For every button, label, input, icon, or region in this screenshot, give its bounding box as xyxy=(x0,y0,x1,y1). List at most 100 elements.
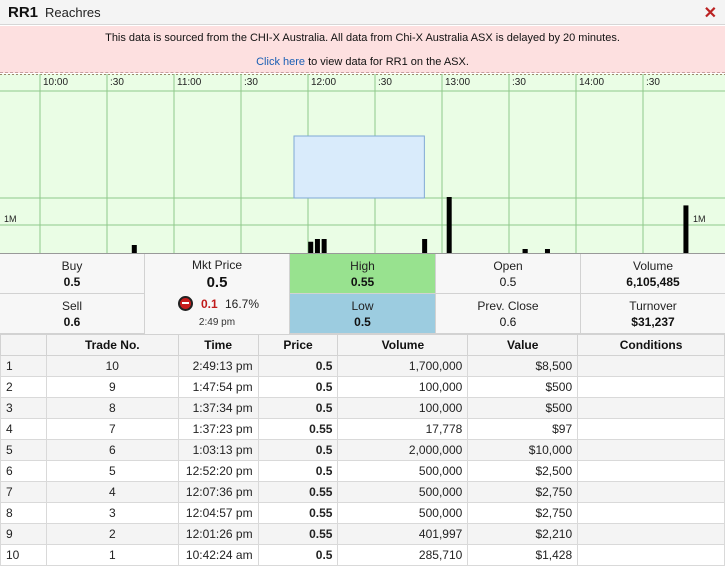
company-name: Reachres xyxy=(45,5,101,20)
col-header-trade-no[interactable]: Trade No. xyxy=(45,334,179,356)
trade-volume: 17,778 xyxy=(337,418,469,440)
time-axis-label: 11:00 xyxy=(177,77,202,88)
last-trade-time: 2:49 pm xyxy=(198,317,236,328)
table-row[interactable]: 7 4 12:07:36 pm 0.55 500,000 $2,750 xyxy=(0,481,725,503)
trade-time: 12:07:36 pm xyxy=(177,481,259,503)
col-header-value[interactable]: Value xyxy=(467,334,579,356)
time-axis-label: :30 xyxy=(244,77,258,88)
trades-table: Trade No. Time Price Volume Value Condit… xyxy=(0,334,725,566)
prev-close-cell: Prev. Close 0.6 xyxy=(436,294,581,334)
table-row[interactable]: 2 9 1:47:54 pm 0.5 100,000 $500 xyxy=(0,376,725,398)
trade-volume: 401,997 xyxy=(337,523,469,545)
intraday-chart: 10:00:30 11:00:30 12:00:30 13:00:30 14:00:30… xyxy=(0,74,725,254)
table-row[interactable]: 5 6 1:03:13 pm 0.5 2,000,000 $10,000 xyxy=(0,439,725,461)
trade-price: 0.55 xyxy=(257,418,339,440)
trade-number: 9 xyxy=(45,376,179,398)
stock-code: RR1 xyxy=(8,4,39,21)
trade-price: 0.5 xyxy=(257,376,339,398)
high-cell: High 0.55 xyxy=(290,254,436,294)
table-row[interactable]: 4 7 1:37:23 pm 0.55 17,778 $97 xyxy=(0,418,725,440)
col-header-price[interactable]: Price xyxy=(257,334,339,356)
trade-number: 6 xyxy=(45,439,179,461)
col-header-volume[interactable]: Volume xyxy=(337,334,469,356)
trade-conditions xyxy=(577,397,725,419)
trade-value: $8,500 xyxy=(467,355,579,377)
trade-price: 0.5 xyxy=(257,397,339,419)
open-value: 0.5 xyxy=(499,275,517,289)
notice-text: This data is sourced from the CHI-X Aust… xyxy=(105,32,620,44)
row-index: 3 xyxy=(0,397,47,419)
trade-value: $2,750 xyxy=(467,481,579,503)
trade-value: $2,500 xyxy=(467,460,579,482)
table-header-row: Trade No. Time Price Volume Value Condit… xyxy=(0,334,725,356)
prev-close-label: Prev. Close xyxy=(477,299,539,313)
trade-value: $10,000 xyxy=(467,439,579,461)
low-cell: Low 0.5 xyxy=(290,294,436,334)
asx-data-link[interactable]: Click here xyxy=(256,56,305,68)
volume-bar xyxy=(131,245,137,253)
row-index: 6 xyxy=(0,460,47,482)
buy-cell: Buy 0.5 xyxy=(0,254,145,294)
time-axis-label: 14:00 xyxy=(579,77,604,88)
time-axis-label: 10:00 xyxy=(43,77,68,88)
trade-price: 0.55 xyxy=(257,502,339,524)
trade-conditions xyxy=(577,418,725,440)
time-axis-label: 13:00 xyxy=(445,77,470,88)
time-axis-label: :30 xyxy=(378,77,392,88)
table-row[interactable]: 6 5 12:52:20 pm 0.5 500,000 $2,500 xyxy=(0,460,725,482)
row-index: 2 xyxy=(0,376,47,398)
trade-conditions xyxy=(577,523,725,545)
trade-volume: 285,710 xyxy=(337,544,469,566)
trade-number: 4 xyxy=(45,481,179,503)
trade-volume: 100,000 xyxy=(337,397,469,419)
row-index: 4 xyxy=(0,418,47,440)
volume-bar xyxy=(544,249,550,253)
table-row[interactable]: 3 8 1:37:34 pm 0.5 100,000 $500 xyxy=(0,397,725,419)
time-axis-label: :30 xyxy=(512,77,526,88)
quote-panel: Buy 0.5 Sell 0.6 Mkt Price 0.5 0.1 16.7%… xyxy=(0,254,725,334)
market-price-cell: Mkt Price 0.5 0.1 16.7% 2:49 pm xyxy=(145,254,290,334)
trade-time: 1:37:23 pm xyxy=(177,418,259,440)
time-axis-label: 12:00 xyxy=(311,77,336,88)
table-row[interactable]: 1 10 2:49:13 pm 0.5 1,700,000 $8,500 xyxy=(0,355,725,377)
intraday-chart-svg: 10:00:30 11:00:30 12:00:30 13:00:30 14:00:30… xyxy=(0,74,725,253)
trade-volume: 2,000,000 xyxy=(337,439,469,461)
buy-value: 0.5 xyxy=(63,275,81,289)
row-index: 10 xyxy=(0,544,47,566)
open-cell: Open 0.5 xyxy=(436,254,581,294)
col-header-index[interactable] xyxy=(0,334,47,356)
trade-conditions xyxy=(577,481,725,503)
volume-scale-label-left: 1M xyxy=(4,214,17,224)
table-row[interactable]: 10 1 10:42:24 am 0.5 285,710 $1,428 xyxy=(0,544,725,566)
price-change-percent: 16.7% xyxy=(225,297,260,311)
trade-conditions xyxy=(577,544,725,566)
price-down-icon xyxy=(178,296,193,311)
open-label: Open xyxy=(493,259,523,273)
sell-value: 0.6 xyxy=(63,315,81,329)
col-header-time[interactable]: Time xyxy=(177,334,259,356)
table-row[interactable]: 9 2 12:01:26 pm 0.55 401,997 $2,210 xyxy=(0,523,725,545)
trade-number: 3 xyxy=(45,502,179,524)
sell-label: Sell xyxy=(61,299,82,313)
trade-value: $1,428 xyxy=(467,544,579,566)
time-axis-label: :30 xyxy=(110,77,124,88)
volume-scale-label-right: 1M xyxy=(693,214,706,224)
trade-price: 0.5 xyxy=(257,460,339,482)
price-range-box xyxy=(293,135,425,199)
trade-conditions xyxy=(577,439,725,461)
table-row[interactable]: 8 3 12:04:57 pm 0.55 500,000 $2,750 xyxy=(0,502,725,524)
trade-volume: 500,000 xyxy=(337,481,469,503)
trade-time: 12:52:20 pm xyxy=(177,460,259,482)
trade-volume: 1,700,000 xyxy=(337,355,469,377)
high-label: High xyxy=(350,259,375,273)
volume-bar xyxy=(422,239,428,253)
close-icon[interactable]: ✕ xyxy=(704,3,717,23)
trade-price: 0.5 xyxy=(257,355,339,377)
row-index: 1 xyxy=(0,355,47,377)
col-header-conditions[interactable]: Conditions xyxy=(577,334,725,356)
trade-conditions xyxy=(577,355,725,377)
trade-value: $2,750 xyxy=(467,502,579,524)
title-bar: RR1 Reachres ✕ xyxy=(0,0,725,25)
trade-price: 0.5 xyxy=(257,544,339,566)
low-value: 0.5 xyxy=(354,315,371,329)
